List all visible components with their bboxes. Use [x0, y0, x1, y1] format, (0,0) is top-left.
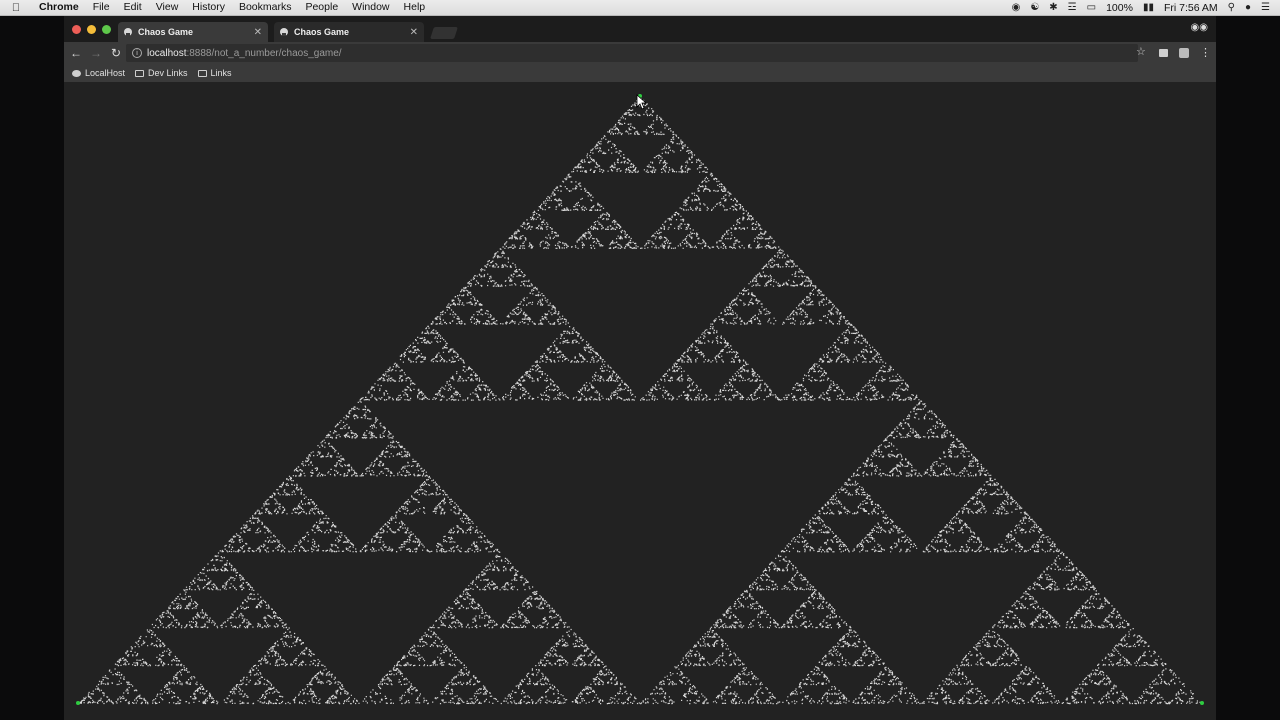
bookmark-label: LocalHost	[85, 68, 126, 78]
close-window-button[interactable]	[72, 25, 81, 34]
menu-view[interactable]: View	[149, 0, 186, 15]
triangle-vertex	[76, 701, 80, 705]
sync-icon[interactable]: ☯	[1030, 2, 1039, 13]
favicon-icon	[124, 28, 132, 36]
bookmark-star-icon[interactable]: ☆	[1136, 45, 1146, 58]
tab-chaos-game-1[interactable]: Chaos Game ✕	[118, 22, 268, 42]
spotlight-icon[interactable]: ⚲	[1228, 2, 1235, 13]
bookmark-label: Links	[210, 68, 232, 78]
favicon-icon	[72, 69, 81, 77]
zoom-window-button[interactable]	[102, 25, 111, 34]
menu-file[interactable]: File	[86, 0, 117, 15]
bookmark-localhost[interactable]: LocalHost	[72, 68, 125, 78]
back-arrow-icon[interactable]: ←	[66, 46, 86, 60]
close-tab-icon[interactable]: ✕	[254, 27, 262, 38]
menu-window[interactable]: Window	[345, 0, 396, 15]
record-icon[interactable]: ◉	[1012, 2, 1021, 13]
menu-bookmarks[interactable]: Bookmarks	[232, 0, 299, 15]
notification-center-icon[interactable]: ☰	[1261, 2, 1270, 13]
wifi-icon[interactable]: ☲	[1068, 2, 1077, 13]
tab-strip: Chaos Game ✕ Chaos Game ✕ ◉◉	[64, 16, 1216, 42]
chaos-game-canvas[interactable]	[64, 82, 1216, 720]
os-menu-bar:  Chrome File Edit View History Bookmark…	[0, 0, 1280, 16]
page-viewport	[64, 82, 1216, 720]
bookmark-links[interactable]: Links	[197, 68, 232, 78]
bookmarks-bar: LocalHost Dev Links Links	[64, 64, 1216, 82]
window-controls	[72, 25, 111, 34]
apple-icon[interactable]: 	[0, 2, 32, 14]
menu-history[interactable]: History	[185, 0, 232, 15]
reload-icon[interactable]: ↻	[106, 46, 126, 60]
menu-dots-icon[interactable]: ⋮	[1200, 46, 1211, 59]
siri-icon[interactable]: ●	[1245, 2, 1251, 13]
extension-icon[interactable]	[1179, 48, 1189, 58]
url-host: localhost	[147, 47, 187, 59]
triangle-vertex	[1200, 701, 1204, 705]
folder-icon	[135, 69, 145, 77]
tab-chaos-game-2[interactable]: Chaos Game ✕	[274, 22, 424, 42]
battery-percent: 100%	[1106, 1, 1133, 14]
bluetooth-icon[interactable]: ✱	[1049, 2, 1057, 13]
airplay-icon[interactable]: ▭	[1087, 2, 1096, 13]
battery-icon[interactable]: ▮▮	[1143, 2, 1154, 13]
browser-toolbar: ← → ↻ i localhost :8888/not_a_number/cha…	[64, 42, 1216, 64]
minimize-window-button[interactable]	[87, 25, 96, 34]
folder-icon	[197, 69, 207, 77]
tab-title: Chaos Game	[294, 27, 350, 37]
close-tab-icon[interactable]: ✕	[410, 27, 418, 38]
url-path: :8888/not_a_number/chaos_game/	[186, 47, 342, 59]
bookmark-label: Dev Links	[148, 68, 188, 78]
tab-title: Chaos Game	[138, 27, 194, 37]
menu-app-name[interactable]: Chrome	[32, 0, 86, 15]
favicon-icon	[280, 28, 288, 36]
browser-window: Chaos Game ✕ Chaos Game ✕ ◉◉ ← → ↻ i loc…	[64, 16, 1216, 720]
menu-people[interactable]: People	[298, 0, 345, 15]
bookmark-dev-links[interactable]: Dev Links	[135, 68, 188, 78]
forward-arrow-icon[interactable]: →	[86, 46, 106, 60]
address-bar[interactable]: i localhost :8888/not_a_number/chaos_gam…	[126, 44, 1138, 62]
menu-help[interactable]: Help	[397, 0, 433, 15]
menu-edit[interactable]: Edit	[117, 0, 149, 15]
new-tab-button[interactable]	[430, 27, 458, 39]
info-icon[interactable]: i	[132, 48, 142, 58]
incognito-profile-icon[interactable]: ◉◉	[1191, 22, 1208, 33]
clock[interactable]: Fri 7:56 AM	[1164, 2, 1218, 14]
status-area: ◉ ☯ ✱ ☲ ▭ 100% ▮▮ Fri 7:56 AM ⚲ ● ☰	[1012, 2, 1280, 14]
extension-icon[interactable]	[1159, 49, 1168, 57]
